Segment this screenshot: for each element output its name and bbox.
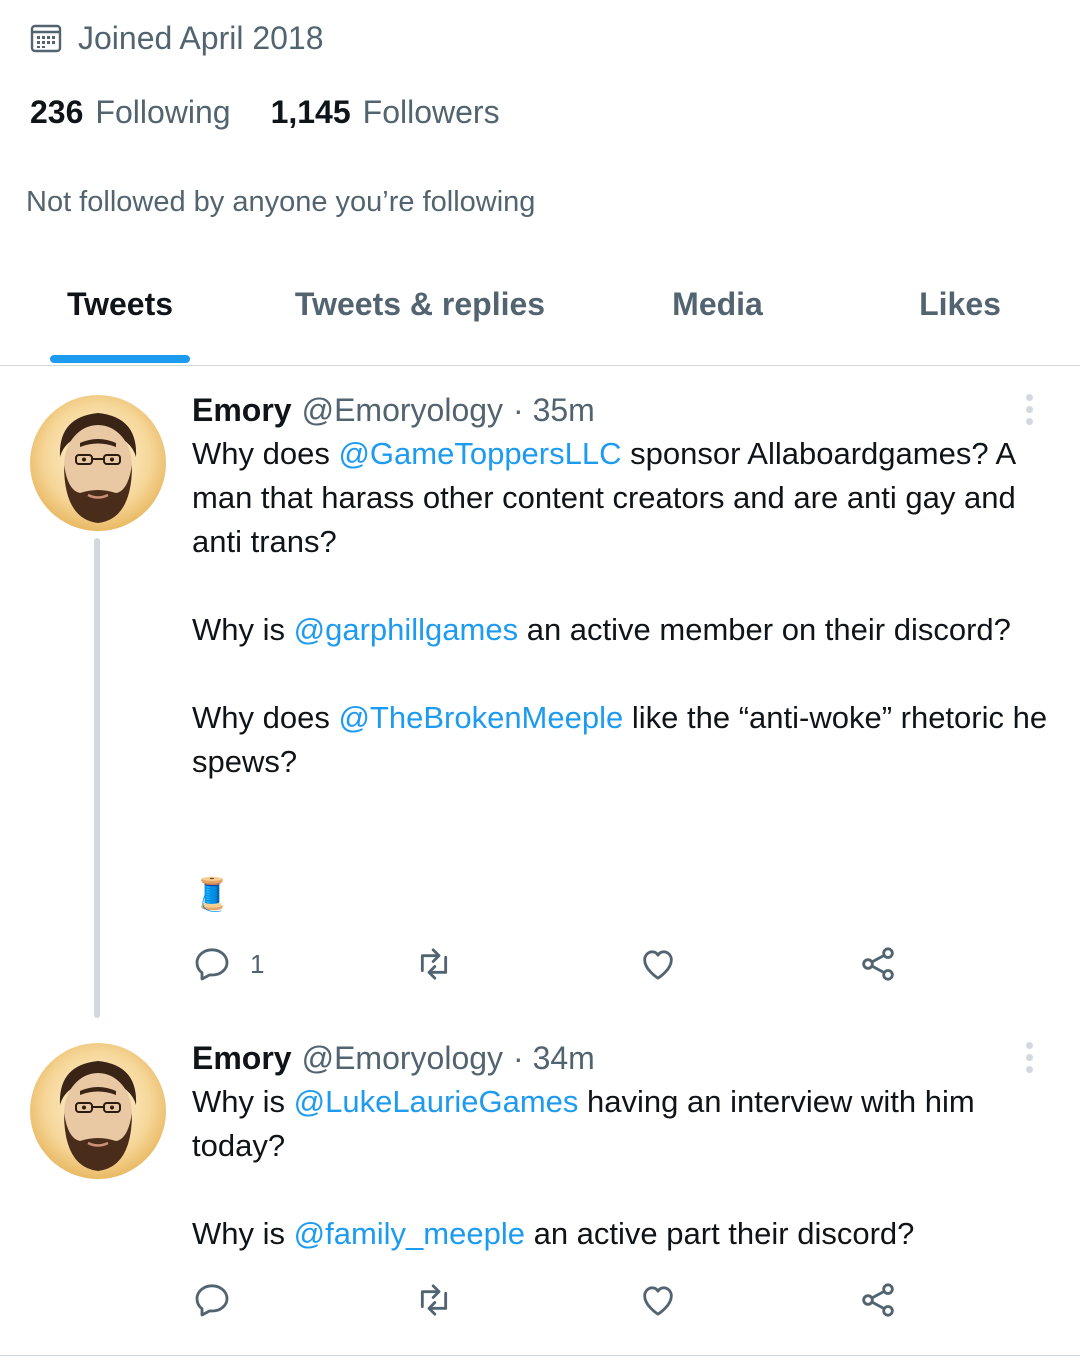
retweet-icon [420, 948, 448, 980]
tweet-time[interactable]: · 34m [513, 1040, 595, 1077]
tweet-text-segment: an active member on their discord? [518, 612, 1011, 647]
tweet-header: Emory @Emoryology · 35m [192, 388, 595, 432]
divider [0, 1355, 1080, 1356]
tweet-text: Why is @LukeLaurieGames having an interv… [192, 1080, 1062, 1256]
reply-count: 1 [250, 948, 265, 979]
share-icon [862, 947, 894, 981]
more-icon[interactable] [1026, 1042, 1034, 1078]
user-handle[interactable]: @Emoryology [302, 1040, 503, 1077]
profile-stats: 236 Following 1,145 Followers [30, 90, 540, 134]
following-stat[interactable]: 236 Following [30, 94, 231, 131]
tweet-header: Emory @Emoryology · 34m [192, 1036, 595, 1080]
following-label: Following [95, 93, 231, 130]
like-button[interactable] [638, 940, 678, 988]
like-icon [643, 1286, 673, 1316]
display-name[interactable]: Emory [192, 1040, 292, 1077]
profile-tabs: Tweets Tweets & replies Media Likes [0, 270, 1080, 366]
tweet-text-segment: Why is [192, 1084, 294, 1119]
tweet-paragraph: Why is @garphillgames an active member o… [192, 608, 1062, 652]
thread-spool-icon: 🧵 [192, 876, 232, 912]
following-count: 236 [30, 93, 84, 130]
avatar[interactable] [30, 395, 166, 531]
reply-button[interactable] [192, 1276, 232, 1324]
joined-date: Joined April 2018 [30, 16, 324, 60]
tweet-actions [192, 1276, 1052, 1324]
tweet-text-segment: an active part their discord? [524, 1216, 915, 1251]
tweet-paragraph: Why does @GameToppersLLC sponsor Allaboa… [192, 432, 1062, 564]
tweet-text-segment: Why does [192, 700, 339, 735]
mention-link[interactable]: @garphillgames [294, 612, 518, 647]
like-icon [643, 950, 673, 980]
followers-count: 1,145 [270, 93, 351, 130]
followers-stat[interactable]: 1,145 Followers [271, 94, 500, 131]
share-button[interactable] [858, 1276, 898, 1324]
reply-button[interactable]: 1 [192, 940, 264, 988]
joined-text: Joined April 2018 [78, 19, 324, 56]
mention-link[interactable]: @GameToppersLLC [338, 436, 621, 471]
display-name[interactable]: Emory [192, 392, 292, 429]
tweet-time[interactable]: · 35m [513, 392, 595, 429]
reply-icon [195, 948, 229, 981]
tab-likes[interactable]: Likes [900, 286, 1020, 330]
retweet-button[interactable] [414, 1276, 454, 1324]
like-button[interactable] [638, 1276, 678, 1324]
user-handle[interactable]: @Emoryology [302, 392, 503, 429]
tweet-text-segment: Why is [192, 612, 294, 647]
tab-tweets[interactable]: Tweets [50, 286, 190, 330]
tab-tweets-replies[interactable]: Tweets & replies [280, 286, 560, 330]
followers-label: Followers [362, 93, 500, 130]
tweet-paragraph: Why does @TheBrokenMeeple like the “anti… [192, 696, 1062, 784]
active-tab-indicator [50, 355, 190, 363]
tab-media[interactable]: Media [650, 286, 785, 330]
tweet-text: Why does @GameToppersLLC sponsor Allaboa… [192, 432, 1062, 784]
mention-link[interactable]: @TheBrokenMeeple [338, 700, 623, 735]
retweet-icon [420, 1284, 448, 1316]
tweet-paragraph: Why is @LukeLaurieGames having an interv… [192, 1080, 1062, 1168]
mention-link[interactable]: @LukeLaurieGames [294, 1084, 579, 1119]
retweet-button[interactable] [414, 940, 454, 988]
tweet-paragraph: Why is @family_meeple an active part the… [192, 1212, 1062, 1256]
more-icon[interactable] [1026, 394, 1034, 430]
not-followed-notice: Not followed by anyone you’re following [26, 186, 536, 218]
tweet-text-segment: Why is [192, 1216, 294, 1251]
calendar-icon [30, 24, 62, 53]
share-button[interactable] [858, 940, 898, 988]
tweet[interactable]: Emory @Emoryology · 34m Why is @LukeLaur… [0, 1028, 1080, 1354]
avatar[interactable] [30, 1043, 166, 1179]
reply-icon [195, 1284, 229, 1317]
share-icon [862, 1283, 894, 1317]
mention-link[interactable]: @family_meeple [294, 1216, 525, 1251]
tweet-actions: 1 [192, 940, 1052, 988]
tweet[interactable]: Emory @Emoryology · 35m Why does @GameTo… [0, 380, 1080, 1020]
thread-connector [94, 538, 100, 1018]
tweet-text-segment: Why does [192, 436, 339, 471]
